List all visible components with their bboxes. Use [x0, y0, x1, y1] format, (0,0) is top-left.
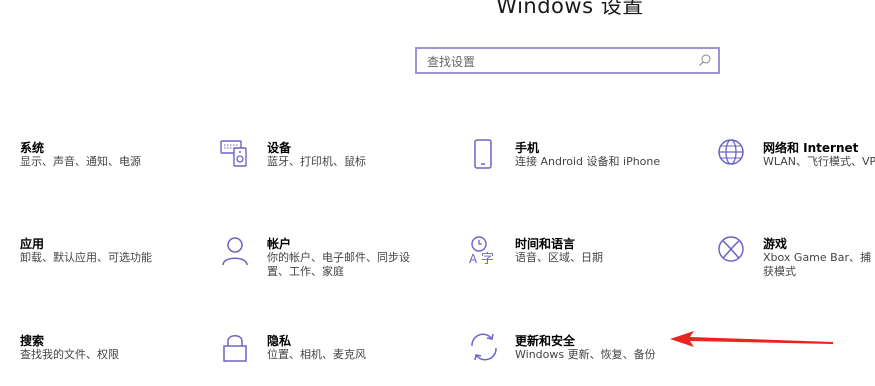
tile-search-name: 搜索 — [20, 334, 45, 348]
tile-system-name: 系统 — [20, 141, 45, 155]
phone-icon — [474, 139, 492, 169]
tile-network[interactable]: 网络和 Internet WLAN、飞行模式、VP — [716, 139, 875, 199]
tile-update-security-desc: Windows 更新、恢复、备份 — [515, 348, 656, 361]
svg-text:字: 字 — [481, 252, 494, 267]
tile-privacy-name: 隐私 — [267, 334, 292, 348]
settings-window: Windows 设置 查找设置 系统 显示、声音、通知、电源 设备 蓝牙、打印机… — [0, 0, 875, 386]
tile-apps-desc: 卸载、默认应用、可选功能 — [20, 251, 152, 264]
tile-network-name: 网络和 Internet — [763, 141, 859, 155]
tile-time-language-desc: 语音、区域、日期 — [515, 251, 603, 264]
search-input[interactable]: 查找设置 — [415, 47, 720, 74]
tile-accounts[interactable]: 帐户 你的帐户、电子邮件、同步设置、工作、家庭 — [220, 235, 460, 295]
page-title: Windows 设置 — [496, 0, 644, 18]
globe-icon — [718, 139, 744, 165]
tile-devices-name: 设备 — [267, 141, 292, 155]
tile-phone[interactable]: 手机 连接 Android 设备和 iPhone — [468, 139, 708, 199]
tile-apps-name: 应用 — [20, 237, 45, 251]
lock-icon — [223, 335, 247, 362]
tile-privacy[interactable]: 隐私 位置、相机、麦克风 — [220, 332, 460, 386]
tile-phone-name: 手机 — [515, 141, 540, 155]
search-icon — [699, 54, 711, 66]
svg-text:A: A — [469, 252, 478, 266]
tile-devices-desc: 蓝牙、打印机、鼠标 — [267, 155, 366, 168]
time-language-icon: A 字 — [469, 236, 494, 267]
red-arrow-annotation — [670, 331, 833, 347]
xbox-icon — [718, 236, 744, 262]
tile-time-language-name: 时间和语言 — [515, 237, 576, 251]
tile-accounts-desc: 你的帐户、电子邮件、同步设置、工作、家庭 — [267, 251, 410, 278]
search-placeholder: 查找设置 — [427, 55, 476, 69]
person-icon — [222, 237, 248, 266]
tile-gaming-name: 游戏 — [763, 237, 788, 251]
tile-devices[interactable]: 设备 蓝牙、打印机、鼠标 — [220, 139, 460, 199]
tile-network-desc: WLAN、飞行模式、VP — [763, 155, 875, 168]
tile-time-language[interactable]: A 字 时间和语言 语音、区域、日期 — [468, 235, 708, 295]
tile-gaming-desc: Xbox Game Bar、捕获模式 — [763, 251, 871, 278]
tile-system-desc: 显示、声音、通知、电源 — [20, 155, 141, 168]
tile-gaming[interactable]: 游戏 Xbox Game Bar、捕获模式 — [716, 235, 875, 295]
devices-icon — [220, 140, 247, 167]
tile-update-security-name: 更新和安全 — [515, 334, 576, 348]
update-icon — [471, 333, 497, 361]
tile-privacy-desc: 位置、相机、麦克风 — [267, 348, 366, 361]
tile-search-desc: 查找我的文件、权限 — [20, 348, 119, 361]
tile-phone-desc: 连接 Android 设备和 iPhone — [515, 155, 661, 168]
tile-accounts-name: 帐户 — [267, 237, 292, 251]
